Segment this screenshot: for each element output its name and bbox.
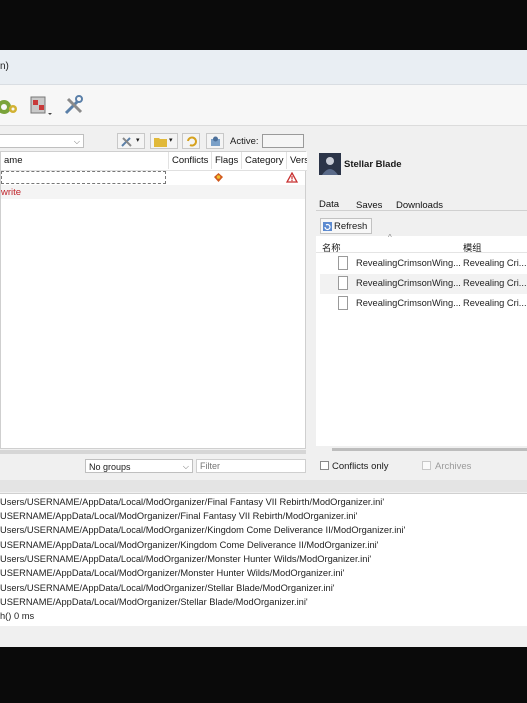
mod-name-cell[interactable]	[1, 171, 166, 184]
open-folder-button[interactable]: ▾	[150, 133, 178, 149]
sort-arrow-icon: ^	[388, 233, 392, 242]
backup-icon	[211, 136, 220, 146]
game-icon	[319, 153, 341, 175]
window-title: n)	[0, 61, 9, 72]
right-pane: Stellar Blade Data Saves Downloads Refre…	[316, 126, 527, 461]
bottom-bar: No groups ⌵ Conflicts only Archives	[0, 457, 527, 477]
log-line: USERNAME/AppData/Local/ModOrganizer/Stel…	[0, 597, 308, 607]
flag-icon	[214, 173, 223, 182]
column-file-name[interactable]: 名称	[322, 240, 341, 254]
overwrite-row[interactable]: write	[1, 185, 305, 199]
log-line: Users/USERNAME/AppData/Local/ModOrganize…	[0, 525, 406, 535]
dropdown-arrow-icon: ▾	[136, 137, 140, 144]
tab-divider	[316, 210, 527, 211]
chevron-down-icon: ⌵	[182, 462, 189, 471]
refresh-label: Refresh	[334, 221, 368, 232]
log-line: Users/USERNAME/AppData/Local/ModOrganize…	[0, 554, 372, 564]
file-name: RevealingCrimsonWing...	[356, 298, 461, 308]
file-mod: Revealing Cri...	[463, 298, 527, 308]
active-count-field	[262, 134, 304, 148]
refresh-button[interactable]: Refresh	[320, 218, 372, 234]
undo-icon	[187, 136, 197, 147]
filter-input[interactable]	[196, 459, 306, 473]
archives-checkbox[interactable]	[422, 461, 431, 470]
archives-label: Archives	[435, 461, 472, 472]
log-line: h() 0 ms	[0, 611, 35, 621]
file-icon	[338, 276, 348, 290]
column-conflicts[interactable]: Conflicts	[169, 152, 212, 169]
dropdown-arrow-icon: ▾	[169, 137, 173, 144]
horizontal-scrollbar[interactable]	[0, 450, 306, 454]
file-row[interactable]: RevealingCrimsonWing... Revealing Cri...	[320, 274, 527, 294]
tab-data[interactable]: Data	[319, 199, 339, 210]
log-line: USERNAME/AppData/Local/ModOrganizer/Fina…	[0, 511, 358, 521]
data-tree-header: 名称 ^ 模组	[316, 233, 527, 254]
splitter[interactable]	[0, 480, 527, 492]
gears-icon[interactable]	[0, 95, 18, 119]
active-label: Active:	[230, 136, 259, 147]
groups-select-value: No groups	[89, 462, 131, 472]
file-mod: Revealing Cri...	[463, 278, 527, 288]
tools-dropdown-button[interactable]: ▾	[117, 133, 145, 149]
file-mod: Revealing Cri...	[463, 258, 527, 268]
executables-icon[interactable]	[28, 93, 52, 117]
game-name: Stellar Blade	[344, 159, 402, 170]
wrench-icon	[121, 137, 132, 147]
log-line: Users/USERNAME/AppData/Local/ModOrganize…	[0, 583, 335, 593]
mod-list[interactable]: ame Conflicts Flags Category Versi write	[0, 151, 307, 449]
log-line: USERNAME/AppData/Local/ModOrganizer/Mons…	[0, 568, 345, 578]
tools-icon[interactable]	[62, 93, 86, 117]
conflicts-only-label: Conflicts only	[332, 461, 389, 472]
file-name: RevealingCrimsonWing...	[356, 278, 461, 288]
file-row[interactable]: RevealingCrimsonWing... Revealing Cri...	[320, 254, 527, 274]
log-line: Users/USERNAME/AppData/Local/ModOrganize…	[0, 497, 385, 507]
column-name[interactable]: ame	[1, 152, 169, 169]
data-tree[interactable]: 名称 ^ 模组 RevealingCrimsonWing... Revealin…	[316, 233, 527, 446]
left-pane: ⌵ ▾ ▾ Active: ame Conflicts Flags Catego…	[0, 126, 307, 461]
file-row[interactable]: RevealingCrimsonWing... Revealing Cri...	[320, 294, 527, 314]
groups-select[interactable]: No groups ⌵	[85, 459, 193, 473]
backup-button[interactable]	[206, 133, 224, 149]
main-toolbar	[0, 85, 527, 126]
mod-row[interactable]	[1, 171, 305, 185]
file-icon	[338, 256, 348, 270]
profile-select[interactable]: ⌵	[0, 134, 84, 148]
overwrite-label: write	[1, 187, 22, 198]
tree-scrollbar[interactable]	[332, 448, 527, 451]
restore-backup-button[interactable]	[182, 133, 200, 149]
mod-organizer-window: n) ⌵ ▾ ▾ Active: ame Conflicts Flags Cat…	[0, 50, 527, 647]
column-flags[interactable]: Flags	[212, 152, 242, 169]
conflicts-only-checkbox[interactable]	[320, 461, 329, 470]
column-mod[interactable]: 模组	[463, 240, 482, 254]
log-panel: Users/USERNAME/AppData/Local/ModOrganize…	[0, 493, 527, 626]
warning-icon	[286, 172, 298, 183]
refresh-icon	[323, 222, 332, 231]
title-bar: n)	[0, 50, 527, 85]
folder-icon	[154, 138, 167, 147]
chevron-down-icon: ⌵	[73, 137, 80, 146]
file-icon	[338, 296, 348, 310]
log-line: USERNAME/AppData/Local/ModOrganizer/King…	[0, 540, 379, 550]
column-version[interactable]: Versi	[287, 152, 307, 169]
mod-list-header: ame Conflicts Flags Category Versi	[1, 152, 307, 171]
column-category[interactable]: Category	[242, 152, 287, 169]
file-name: RevealingCrimsonWing...	[356, 258, 461, 268]
